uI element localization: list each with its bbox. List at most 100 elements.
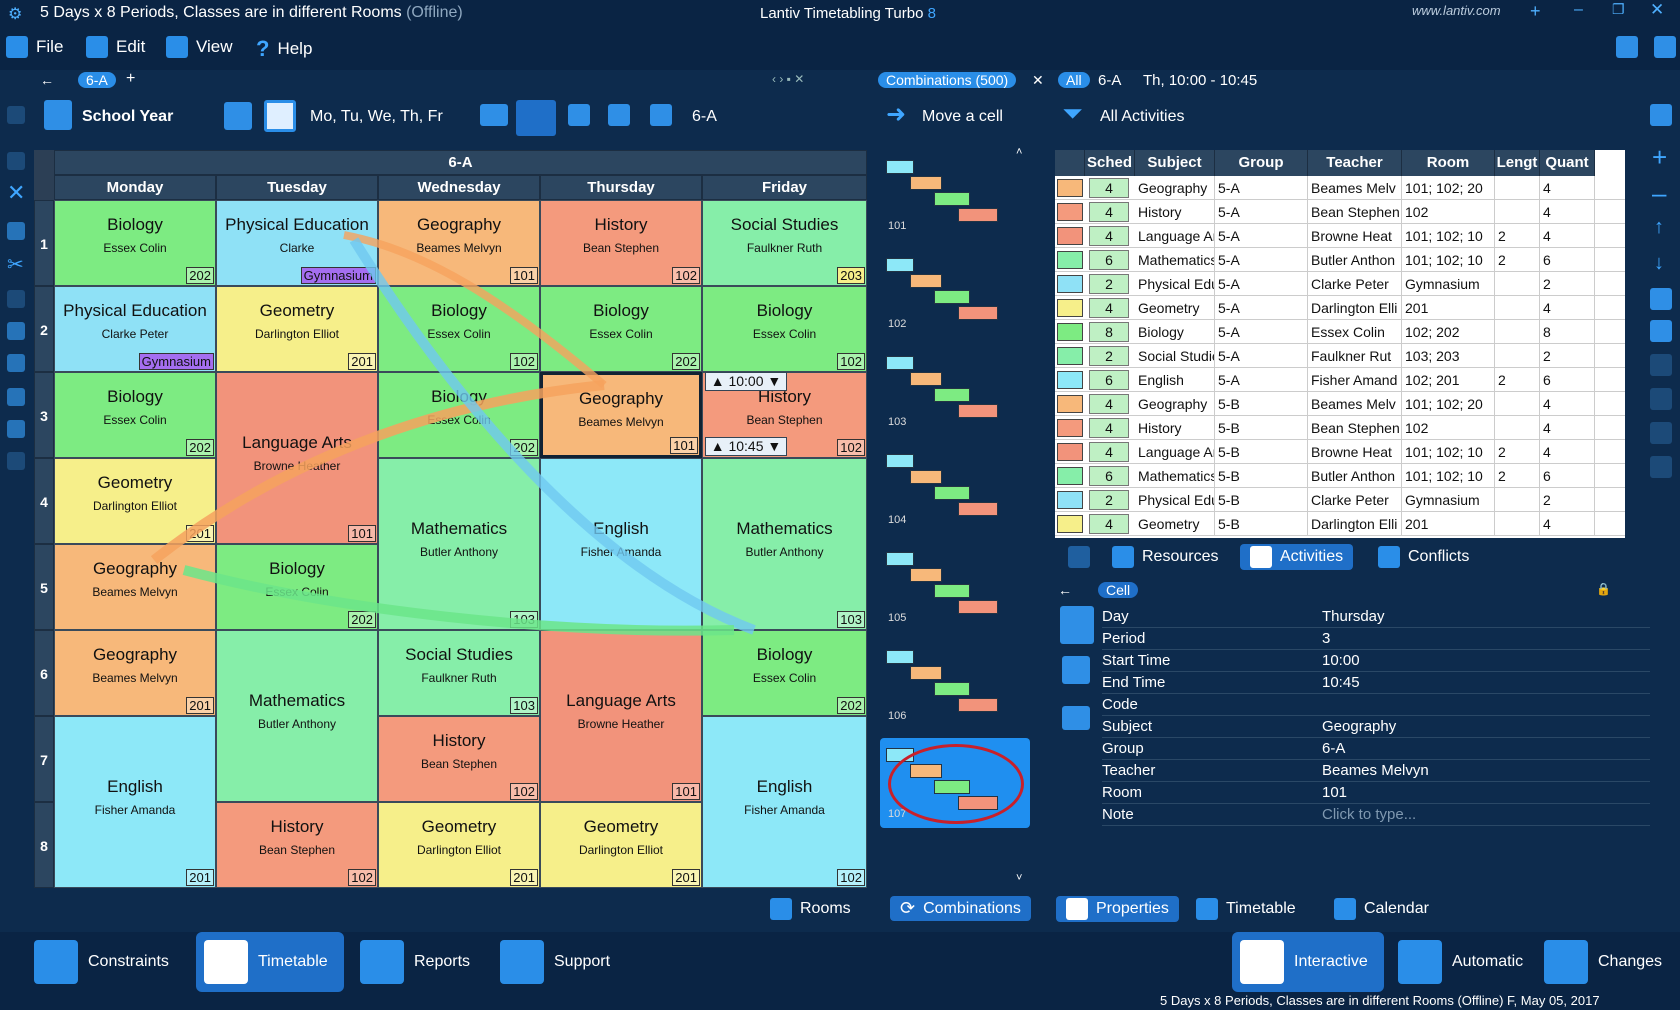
column-header[interactable]: Room xyxy=(1402,150,1495,176)
cell-tab[interactable]: Cell xyxy=(1098,582,1139,598)
combination-thumbnail[interactable]: 107 xyxy=(880,738,1030,828)
table-row[interactable]: 6 English 5-A Fisher Amand 102; 201 2 6 xyxy=(1055,368,1625,392)
column-header[interactable]: Group xyxy=(1215,150,1308,176)
delete-icon[interactable]: ✕ xyxy=(7,180,25,206)
undo-icon[interactable] xyxy=(7,106,25,124)
filter-class[interactable]: 6-A xyxy=(1098,72,1121,89)
table-row[interactable]: 4 Geometry 5-A Darlington Elli 201 4 xyxy=(1055,296,1625,320)
table-row[interactable]: 2 Social Studies5-AFaulkner Rut103; 203 2 xyxy=(1055,344,1625,368)
combination-thumbnail[interactable]: 101 xyxy=(880,150,1030,240)
tab-timetable[interactable]: Timetable xyxy=(1196,898,1296,920)
cut-icon[interactable]: ✂ xyxy=(7,252,24,277)
tab-properties[interactable]: Properties xyxy=(1056,896,1179,922)
filter-all[interactable]: All xyxy=(1058,72,1090,88)
building-icon[interactable] xyxy=(1068,546,1090,568)
teachers-icon[interactable] xyxy=(568,104,590,126)
person-icon[interactable] xyxy=(1650,456,1672,478)
table-row[interactable]: 4 Language Art 5-B Browne Heat 101; 102; 10 2… xyxy=(1055,440,1625,464)
rooms-icon[interactable] xyxy=(608,104,630,126)
table-scrollbar[interactable] xyxy=(1628,150,1638,538)
palette-icon[interactable] xyxy=(1650,288,1672,310)
property-row[interactable]: Note Click to type... xyxy=(1102,804,1650,826)
tab-rooms[interactable]: Rooms xyxy=(770,898,851,920)
folder-prop-icon[interactable] xyxy=(1060,606,1094,644)
table-row[interactable]: 2 Physical Educ5-AClarke PeterGymnasium 2 xyxy=(1055,272,1625,296)
search-calendar-icon[interactable] xyxy=(224,102,252,130)
combination-thumbnail[interactable]: 105 xyxy=(880,542,1030,632)
edit-pen-icon[interactable] xyxy=(1650,104,1672,126)
refresh-icon[interactable] xyxy=(7,452,25,470)
lock-icon[interactable] xyxy=(7,388,25,406)
tab-activities[interactable]: Activities xyxy=(1240,544,1354,570)
property-row[interactable]: Code xyxy=(1102,694,1650,716)
table-row[interactable]: 4 Language Art 5-A Browne Heat 101; 102; 10 2… xyxy=(1055,224,1625,248)
column-header[interactable]: Quant xyxy=(1540,150,1595,176)
tab-resources[interactable]: Resources xyxy=(1112,546,1218,568)
combinations-tab[interactable]: Combinations (500) xyxy=(878,72,1017,88)
filter-icon[interactable]: ⏷ xyxy=(1062,98,1083,130)
table-row[interactable]: 4 Geography 5-A Beames Melv 101; 102; 20 4 xyxy=(1055,176,1625,200)
export-icon[interactable] xyxy=(1650,388,1672,410)
new-window-icon[interactable]: + xyxy=(1530,1,1541,22)
tab-nav-icons[interactable]: ‹ › ▪ ✕ xyxy=(772,72,804,86)
copy-icon[interactable] xyxy=(7,222,25,240)
chat-icon[interactable] xyxy=(1654,36,1676,58)
back-arrow-icon[interactable]: ← xyxy=(40,72,54,88)
shield-icon[interactable] xyxy=(7,322,25,340)
clipboard-icon[interactable] xyxy=(1650,354,1672,376)
paste-icon[interactable] xyxy=(7,290,25,308)
all-activities-label[interactable]: All Activities xyxy=(1100,108,1184,126)
mode-automatic[interactable]: Automatic xyxy=(1398,940,1523,984)
property-row[interactable]: Room 101 xyxy=(1102,782,1650,804)
nav-support[interactable]: Support xyxy=(500,940,610,984)
menu-help[interactable]: ? Help xyxy=(256,36,312,62)
table-row[interactable]: 4 Geography 5-B Beames Melv 101; 102; 20 4 xyxy=(1055,392,1625,416)
shield-x-icon[interactable] xyxy=(7,354,25,372)
move-up-icon[interactable]: ↑ xyxy=(1654,216,1664,239)
subjects-book-icon[interactable] xyxy=(480,104,508,126)
school-year-label[interactable]: School Year xyxy=(82,108,173,126)
tab-calendar[interactable]: Calendar xyxy=(1334,898,1429,920)
combination-thumbnail[interactable]: 104 xyxy=(880,444,1030,534)
duplicate-icon[interactable] xyxy=(1650,320,1672,342)
combination-thumbnail[interactable]: 102 xyxy=(880,248,1030,338)
property-row[interactable]: Group 6-A xyxy=(1102,738,1650,760)
mode-interactive[interactable]: Interactive xyxy=(1232,932,1384,992)
property-row[interactable]: Subject Geography xyxy=(1102,716,1650,738)
nav-reports[interactable]: Reports xyxy=(360,940,470,984)
table-row[interactable]: 8 Biology 5-A Essex Colin 102; 202 8 xyxy=(1055,320,1625,344)
class-prop-icon[interactable] xyxy=(1062,656,1090,684)
groups-icon[interactable] xyxy=(516,100,556,136)
move-cell-label[interactable]: Move a cell xyxy=(922,108,1003,126)
column-header[interactable]: Lengt xyxy=(1495,150,1540,176)
property-row[interactable]: Start Time 10:00 xyxy=(1102,650,1650,672)
scroll-down-icon[interactable]: ˅ xyxy=(1016,872,1022,884)
property-row[interactable]: Teacher Beames Melvyn xyxy=(1102,760,1650,782)
classes-icon[interactable] xyxy=(650,104,672,126)
tab-6a[interactable]: 6-A xyxy=(78,72,116,88)
column-header[interactable]: Subject xyxy=(1135,150,1215,176)
add-tab-icon[interactable]: + xyxy=(126,70,135,88)
close-icon[interactable]: ✕ xyxy=(1650,0,1664,20)
menu-edit[interactable]: Edit xyxy=(86,36,145,58)
table-row[interactable]: 4 History 5-A Bean Stephen 102 4 xyxy=(1055,200,1625,224)
week-calendar-icon[interactable] xyxy=(264,100,296,132)
presenter-icon[interactable] xyxy=(1616,36,1638,58)
menu-file[interactable]: File xyxy=(6,36,63,58)
column-header[interactable]: Teacher xyxy=(1308,150,1402,176)
nav-timetable[interactable]: Timetable xyxy=(196,932,344,992)
table-row[interactable]: 6 Mathematics 5-A Butler Anthon 101; 102; 10… xyxy=(1055,248,1625,272)
remove-icon[interactable]: – xyxy=(1652,178,1666,209)
lock-small-icon[interactable]: 🔒 xyxy=(1596,582,1611,596)
minimize-icon[interactable]: – xyxy=(1574,1,1583,19)
table-row[interactable]: 2 Physical Educ5-BClarke PeterGymnasium 2 xyxy=(1055,488,1625,512)
mode-changes[interactable]: Changes xyxy=(1544,940,1662,984)
property-row[interactable]: Period 3 xyxy=(1102,628,1650,650)
app-gear-icon[interactable]: ⚙ xyxy=(8,4,22,24)
property-value[interactable]: Click to type... xyxy=(1322,804,1416,826)
back-icon[interactable]: ← xyxy=(1058,582,1072,598)
activities-table[interactable]: Sched Subject Group Teacher Room Lengt Quant 4 G… xyxy=(1055,150,1625,538)
combination-thumbnail[interactable]: 103 xyxy=(880,346,1030,436)
tab-combinations[interactable]: ⟳ Combinations xyxy=(890,896,1031,921)
table-row[interactable]: 4 Geometry 5-B Darlington Elli 201 4 xyxy=(1055,512,1625,536)
